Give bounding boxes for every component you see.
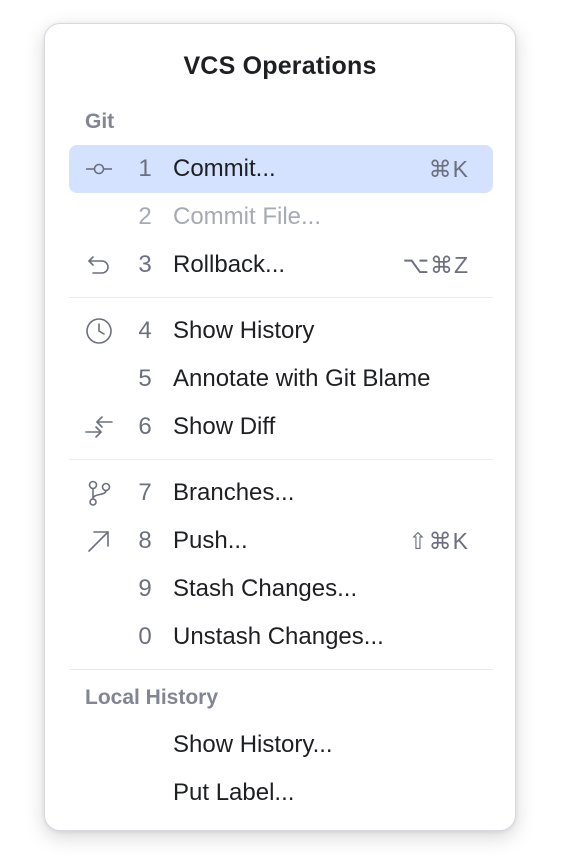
section-header-git: Git: [85, 110, 115, 133]
separator: [69, 669, 493, 670]
menu-item-label: Push...: [173, 527, 248, 554]
menu-item-commit-file[interactable]: 2 Commit File...: [69, 193, 493, 241]
menu-item-show-history[interactable]: 4 Show History: [69, 307, 493, 355]
menu-item-annotate-git-blame[interactable]: 5 Annotate with Git Blame: [69, 355, 493, 403]
menu-item-label: Put Label...: [173, 779, 295, 806]
menu-item-label: Branches...: [173, 479, 295, 506]
menu-item-number: 4: [138, 317, 152, 344]
menu-item-branches[interactable]: 7 Branches...: [69, 469, 493, 517]
menu-item-label: Stash Changes...: [173, 575, 358, 602]
menu-item-unstash-changes[interactable]: 0 Unstash Changes...: [69, 613, 493, 661]
popup-title: VCS Operations: [183, 52, 377, 80]
menu-item-number: 7: [138, 479, 152, 506]
menu-item-label: Show History: [173, 317, 315, 344]
menu-item-commit[interactable]: 1 Commit... ⌘K: [69, 145, 493, 193]
menu-item-label: Show History...: [173, 731, 333, 758]
menu-item-shortcut: ⌥⌘Z: [402, 252, 469, 278]
vcs-operations-popup: VCS Operations Git 1 Commit... ⌘K 2 Comm…: [44, 23, 516, 831]
separator: [69, 297, 493, 298]
menu-item-label: Show Diff: [173, 413, 276, 440]
rollback-icon: [85, 251, 113, 279]
menu-item-local-show-history[interactable]: Show History...: [69, 721, 493, 769]
menu-item-label: Unstash Changes...: [173, 623, 384, 650]
commit-icon: [85, 155, 113, 183]
menu-item-number: 8: [138, 527, 152, 554]
menu-item-show-diff[interactable]: 6 Show Diff: [69, 403, 493, 451]
menu-item-label: Commit File...: [173, 203, 322, 230]
menu-item-stash-changes[interactable]: 9 Stash Changes...: [69, 565, 493, 613]
menu-item-number: 5: [138, 365, 152, 392]
history-clock-icon: [85, 317, 113, 345]
menu-item-label: Annotate with Git Blame: [173, 365, 431, 392]
push-arrow-icon: [85, 527, 113, 555]
menu-item-shortcut: ⇧⌘K: [408, 528, 469, 554]
separator: [69, 459, 493, 460]
menu-item-number: 6: [138, 413, 152, 440]
menu-item-shortcut: ⌘K: [428, 156, 469, 182]
menu-item-number: 9: [138, 575, 152, 602]
menu-item-push[interactable]: 8 Push... ⇧⌘K: [69, 517, 493, 565]
menu-item-number: 0: [138, 623, 152, 650]
branch-icon: [85, 479, 113, 507]
menu-item-rollback[interactable]: 3 Rollback... ⌥⌘Z: [69, 241, 493, 289]
menu-item-number: 1: [138, 155, 152, 182]
diff-arrows-icon: [85, 413, 113, 441]
section-header-local-history: Local History: [85, 686, 219, 709]
menu-item-label: Commit...: [173, 155, 276, 182]
menu-item-label: Rollback...: [173, 251, 286, 278]
menu-item-number: 2: [138, 203, 152, 230]
menu-item-put-label[interactable]: Put Label...: [69, 769, 493, 817]
menu-item-number: 3: [138, 251, 152, 278]
